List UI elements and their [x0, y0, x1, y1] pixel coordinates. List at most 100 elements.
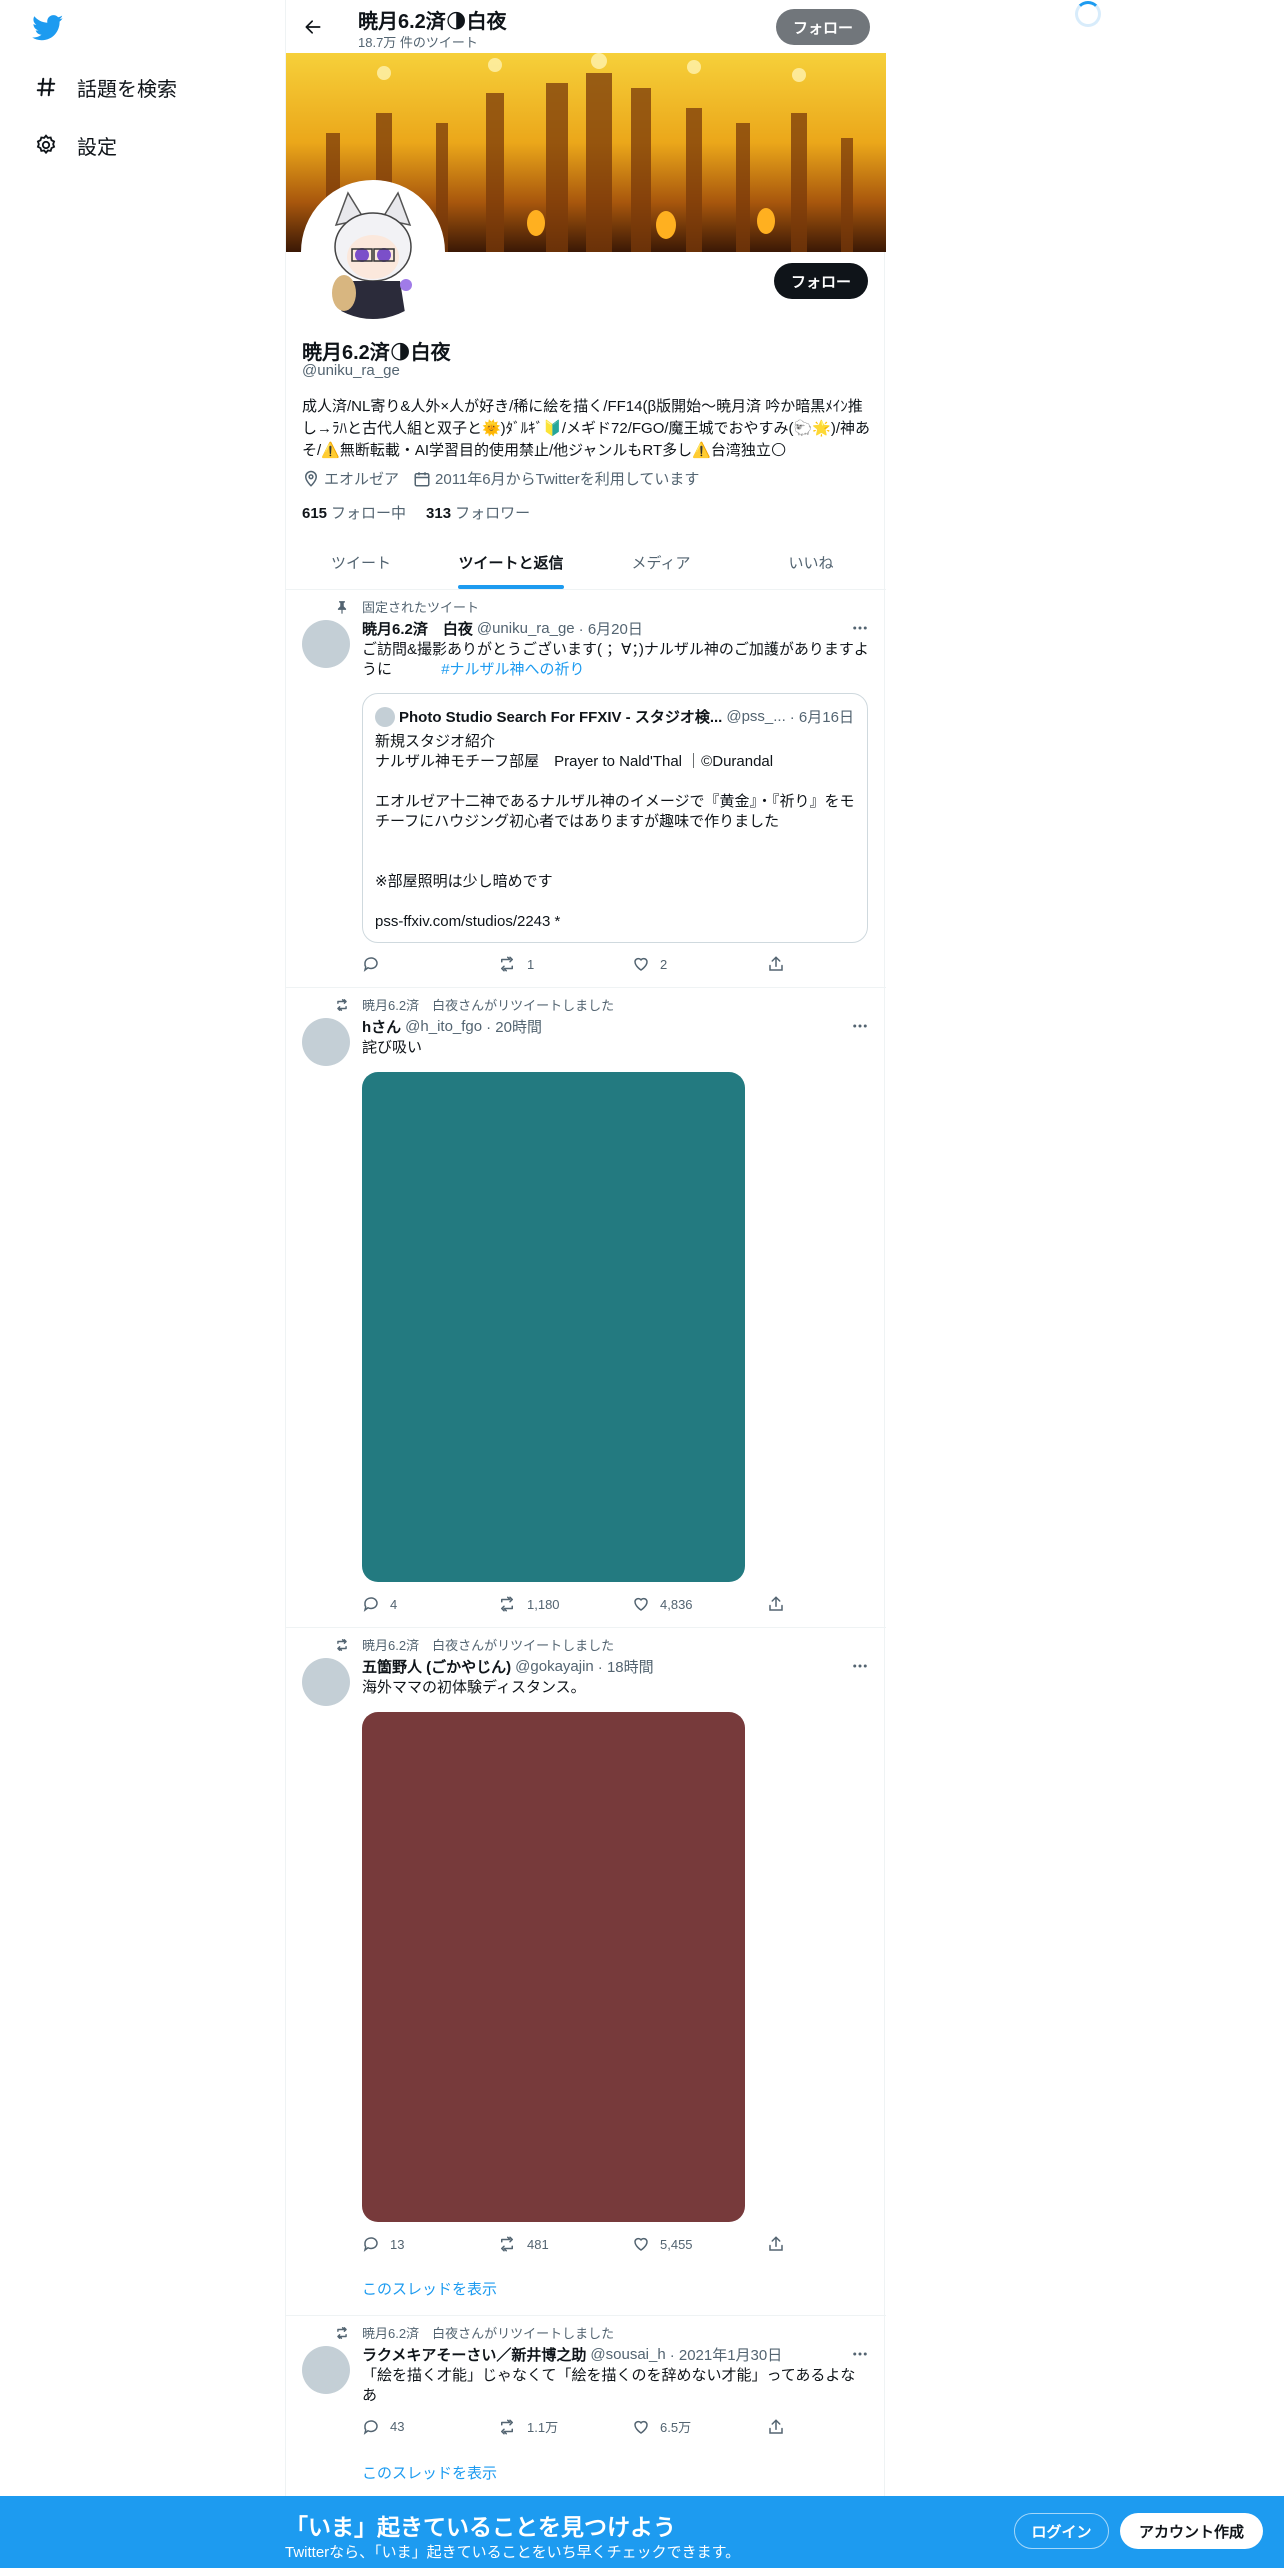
avatar[interactable] — [302, 1018, 350, 1066]
reply-button[interactable]: 13 — [362, 2235, 442, 2253]
tweet-context-text: 暁月6.2済 白夜さんがリツイートしました — [362, 2326, 615, 2341]
tweet[interactable]: 暁月6.2済 白夜さんがリツイートしました hさん @h_ito_fgo · 2… — [286, 988, 886, 1628]
location-pin-icon — [304, 470, 318, 487]
avatar[interactable] — [302, 1658, 350, 1706]
reply-icon — [363, 1597, 378, 1612]
more-options-icon[interactable] — [850, 618, 870, 638]
profile-joined: 2011年6月からTwitterを利用しています — [413, 468, 699, 489]
share-icon — [769, 2236, 783, 2251]
login-button[interactable]: ログイン — [1014, 2513, 1109, 2549]
header-tweet-count: 18.7万 件のツイート — [358, 35, 478, 50]
twitter-logo-icon[interactable] — [32, 15, 64, 41]
retweet-button[interactable]: 1 — [497, 955, 577, 973]
show-thread-link[interactable]: このスレッドを表示 — [362, 2278, 497, 2299]
retweet-context-icon — [334, 2325, 350, 2341]
signup-banner: 「いま」起きていることを見つけよう Twitterなら、「いま」起きていることを… — [0, 2496, 1284, 2568]
tweet-date[interactable]: · 6月20日 — [579, 618, 643, 639]
following-link[interactable]: 615 フォロー中 — [302, 502, 406, 523]
signup-button[interactable]: アカウント作成 — [1120, 2513, 1263, 2549]
retweet-count: 1.1万 — [527, 2420, 559, 2435]
retweet-context-icon — [334, 1637, 350, 1653]
quote-date: · 6月16日 — [789, 709, 854, 726]
reply-button[interactable] — [362, 955, 442, 973]
tweet-text: 「絵を描く才能」じゃなくて「絵を描くのを辞めない才能」ってあるよなあ — [362, 2367, 856, 2404]
share-button[interactable] — [767, 955, 787, 973]
more-options-icon[interactable] — [850, 1016, 870, 1036]
followers-link[interactable]: 313 フォロワー — [426, 502, 530, 523]
quote-header: Photo Studio Search For FFXIV - スタジオ検...… — [375, 706, 854, 727]
tweet-date[interactable]: · 20時間 — [486, 1016, 542, 1037]
tweet-header: hさん @h_ito_fgo · 20時間 — [362, 1016, 542, 1037]
tab-tweets-and-replies[interactable]: ツイートと返信 — [436, 536, 586, 589]
tweet-author-name[interactable]: 五箇野人 (ごかやじん) — [362, 1656, 511, 1677]
more-options-icon[interactable] — [850, 2344, 870, 2364]
tweet-context: 固定されたツイート — [334, 597, 479, 616]
sidebar-item-label: 設定 — [77, 136, 117, 159]
sidebar-item-explore[interactable]: 話題を検索 — [33, 67, 177, 107]
tweet-date[interactable]: · 18時間 — [598, 1656, 654, 1677]
tweet-text: ご訪問&撮影ありがとうございます( ；∀；)ナルザル神のご加護がありますように … — [362, 640, 870, 680]
retweet-icon — [501, 1596, 513, 1612]
tab-tweets[interactable]: ツイート — [286, 536, 436, 589]
following-count: 615 — [302, 505, 328, 522]
back-arrow-icon[interactable] — [300, 14, 326, 40]
quote-text: 新規スタジオ紹介 ナルザル神モチーフ部屋 Prayer to Nald'Thal… — [375, 733, 855, 930]
tweet-context-text: 暁月6.2済 白夜さんがリツイートしました — [362, 1638, 615, 1653]
heart-icon — [634, 1597, 648, 1611]
sidebar-item-settings[interactable]: 設定 — [33, 125, 117, 165]
tweet-author-name[interactable]: hさん — [362, 1016, 401, 1037]
profile-name: 暁月6.2済🌗白夜 — [302, 342, 451, 364]
reply-button[interactable]: 43 — [362, 2417, 442, 2436]
like-button[interactable]: 4,836 — [632, 1595, 712, 1613]
tweet-header: 暁月6.2済 白夜 @uniku_ra_ge · 6月20日 — [362, 618, 643, 639]
retweet-count: 481 — [527, 2236, 549, 2252]
avatar[interactable] — [302, 620, 350, 668]
profile-tabs: ツイート ツイートと返信 メディア いいね — [286, 536, 886, 590]
tab-media[interactable]: メディア — [586, 536, 736, 589]
avatar[interactable] — [302, 2346, 350, 2394]
header-follow-button[interactable]: フォロー — [776, 9, 870, 45]
share-button[interactable] — [767, 1595, 787, 1613]
tweet[interactable]: 暁月6.2済 白夜さんがリツイートしました 五箇野人 (ごかやじん) @goka… — [286, 1628, 886, 2316]
retweet-count: 1 — [527, 956, 535, 972]
retweet-icon — [501, 956, 513, 972]
reply-button[interactable]: 4 — [362, 1595, 442, 1613]
like-button[interactable]: 5,455 — [632, 2235, 712, 2253]
share-button[interactable] — [767, 2235, 787, 2253]
profile-column: 暁月6.2済🌗白夜 18.7万 件のツイート フォロー フォロー 暁月6.2済🌗… — [285, 0, 886, 2568]
gear-icon — [33, 132, 59, 158]
tweet[interactable]: 暁月6.2済 白夜さんがリツイートしました ラクメキアそーさい／新井博之助 @s… — [286, 2316, 886, 2496]
tweet-context-text: 固定されたツイート — [362, 600, 480, 615]
tweet-author-handle: @h_ito_fgo — [405, 1018, 483, 1035]
follow-button[interactable]: フォロー — [774, 263, 868, 299]
hashtag-link[interactable]: #ナルザル神への祈り — [441, 661, 584, 678]
tweet[interactable]: 固定されたツイート 暁月6.2済 白夜 @uniku_ra_ge · 6月20日… — [286, 590, 886, 988]
more-options-icon[interactable] — [850, 1656, 870, 1676]
loading-spinner-icon — [1075, 1, 1101, 27]
reply-count: 4 — [390, 1596, 398, 1612]
tweet-media[interactable] — [362, 1072, 745, 1582]
like-count: 4,836 — [660, 1596, 693, 1612]
tab-likes[interactable]: いいね — [736, 536, 886, 589]
show-thread-link[interactable]: このスレッドを表示 — [362, 2462, 497, 2483]
retweet-button[interactable]: 1,180 — [497, 1595, 577, 1613]
profile-avatar[interactable] — [301, 180, 445, 324]
tweet-author-name[interactable]: 暁月6.2済 白夜 — [362, 618, 473, 639]
tweet-actions: 4 1,180 4,836 — [362, 1595, 787, 1613]
tweet-author-name[interactable]: ラクメキアそーさい／新井博之助 — [362, 2344, 586, 2365]
heart-icon — [634, 2237, 648, 2251]
hashtag-icon — [33, 74, 59, 100]
tweet-media[interactable] — [362, 1712, 745, 2222]
followers-label: フォロワー — [455, 505, 531, 522]
like-button[interactable]: 6.5万 — [632, 2417, 712, 2436]
tweet-date[interactable]: · 2021年1月30日 — [670, 2344, 783, 2365]
tweet-actions: 1 2 — [362, 955, 787, 973]
like-button[interactable]: 2 — [632, 955, 712, 973]
share-button[interactable] — [767, 2417, 787, 2436]
retweet-button[interactable]: 1.1万 — [497, 2417, 577, 2436]
retweet-context-icon — [334, 997, 350, 1013]
retweet-icon — [501, 2419, 513, 2434]
quote-tweet[interactable]: Photo Studio Search For FFXIV - スタジオ検...… — [362, 693, 868, 943]
tweet-context-text: 暁月6.2済 白夜さんがリツイートしました — [362, 998, 615, 1013]
retweet-button[interactable]: 481 — [497, 2235, 577, 2253]
